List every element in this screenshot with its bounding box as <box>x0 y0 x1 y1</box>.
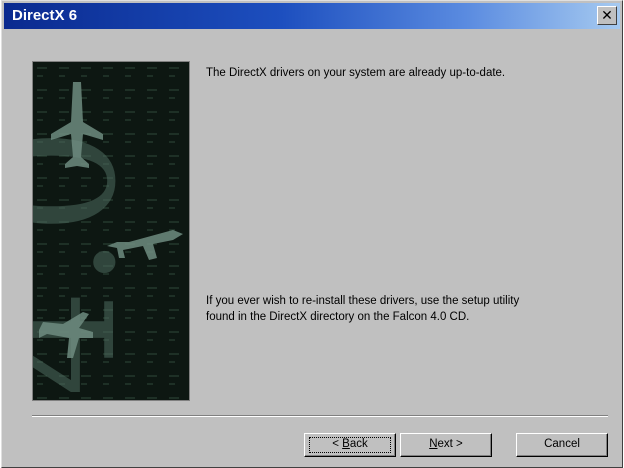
close-button[interactable]: ✕ <box>597 6 617 25</box>
next-button[interactable]: Next > <box>400 433 492 457</box>
window-title: DirectX 6 <box>12 7 78 24</box>
falcon-banner-image: 4.0 <box>32 61 190 401</box>
next-button-rest: ext > <box>437 438 463 450</box>
directx-setup-dialog: DirectX 6 ✕ 4.0 The DirectX drivers on y… <box>1 0 623 468</box>
reinstall-line-2: found in the DirectX directory on the Fa… <box>206 311 470 323</box>
focus-rectangle <box>309 437 391 453</box>
banner-logo-text: 4.0 <box>33 127 154 397</box>
status-message: The DirectX drivers on your system are a… <box>206 67 506 79</box>
button-separator <box>32 415 608 417</box>
reinstall-line-1: If you ever wish to re-install these dri… <box>206 295 520 307</box>
falcon-jet-banner-icon: 4.0 <box>33 62 189 400</box>
back-button[interactable]: < Back <box>304 433 396 457</box>
close-icon: ✕ <box>601 7 613 23</box>
title-bar[interactable]: DirectX 6 ✕ <box>4 3 620 29</box>
next-button-accelerator: N <box>429 438 438 450</box>
reinstall-message: If you ever wish to re-install these dri… <box>206 293 616 325</box>
cancel-button[interactable]: Cancel <box>516 433 608 457</box>
